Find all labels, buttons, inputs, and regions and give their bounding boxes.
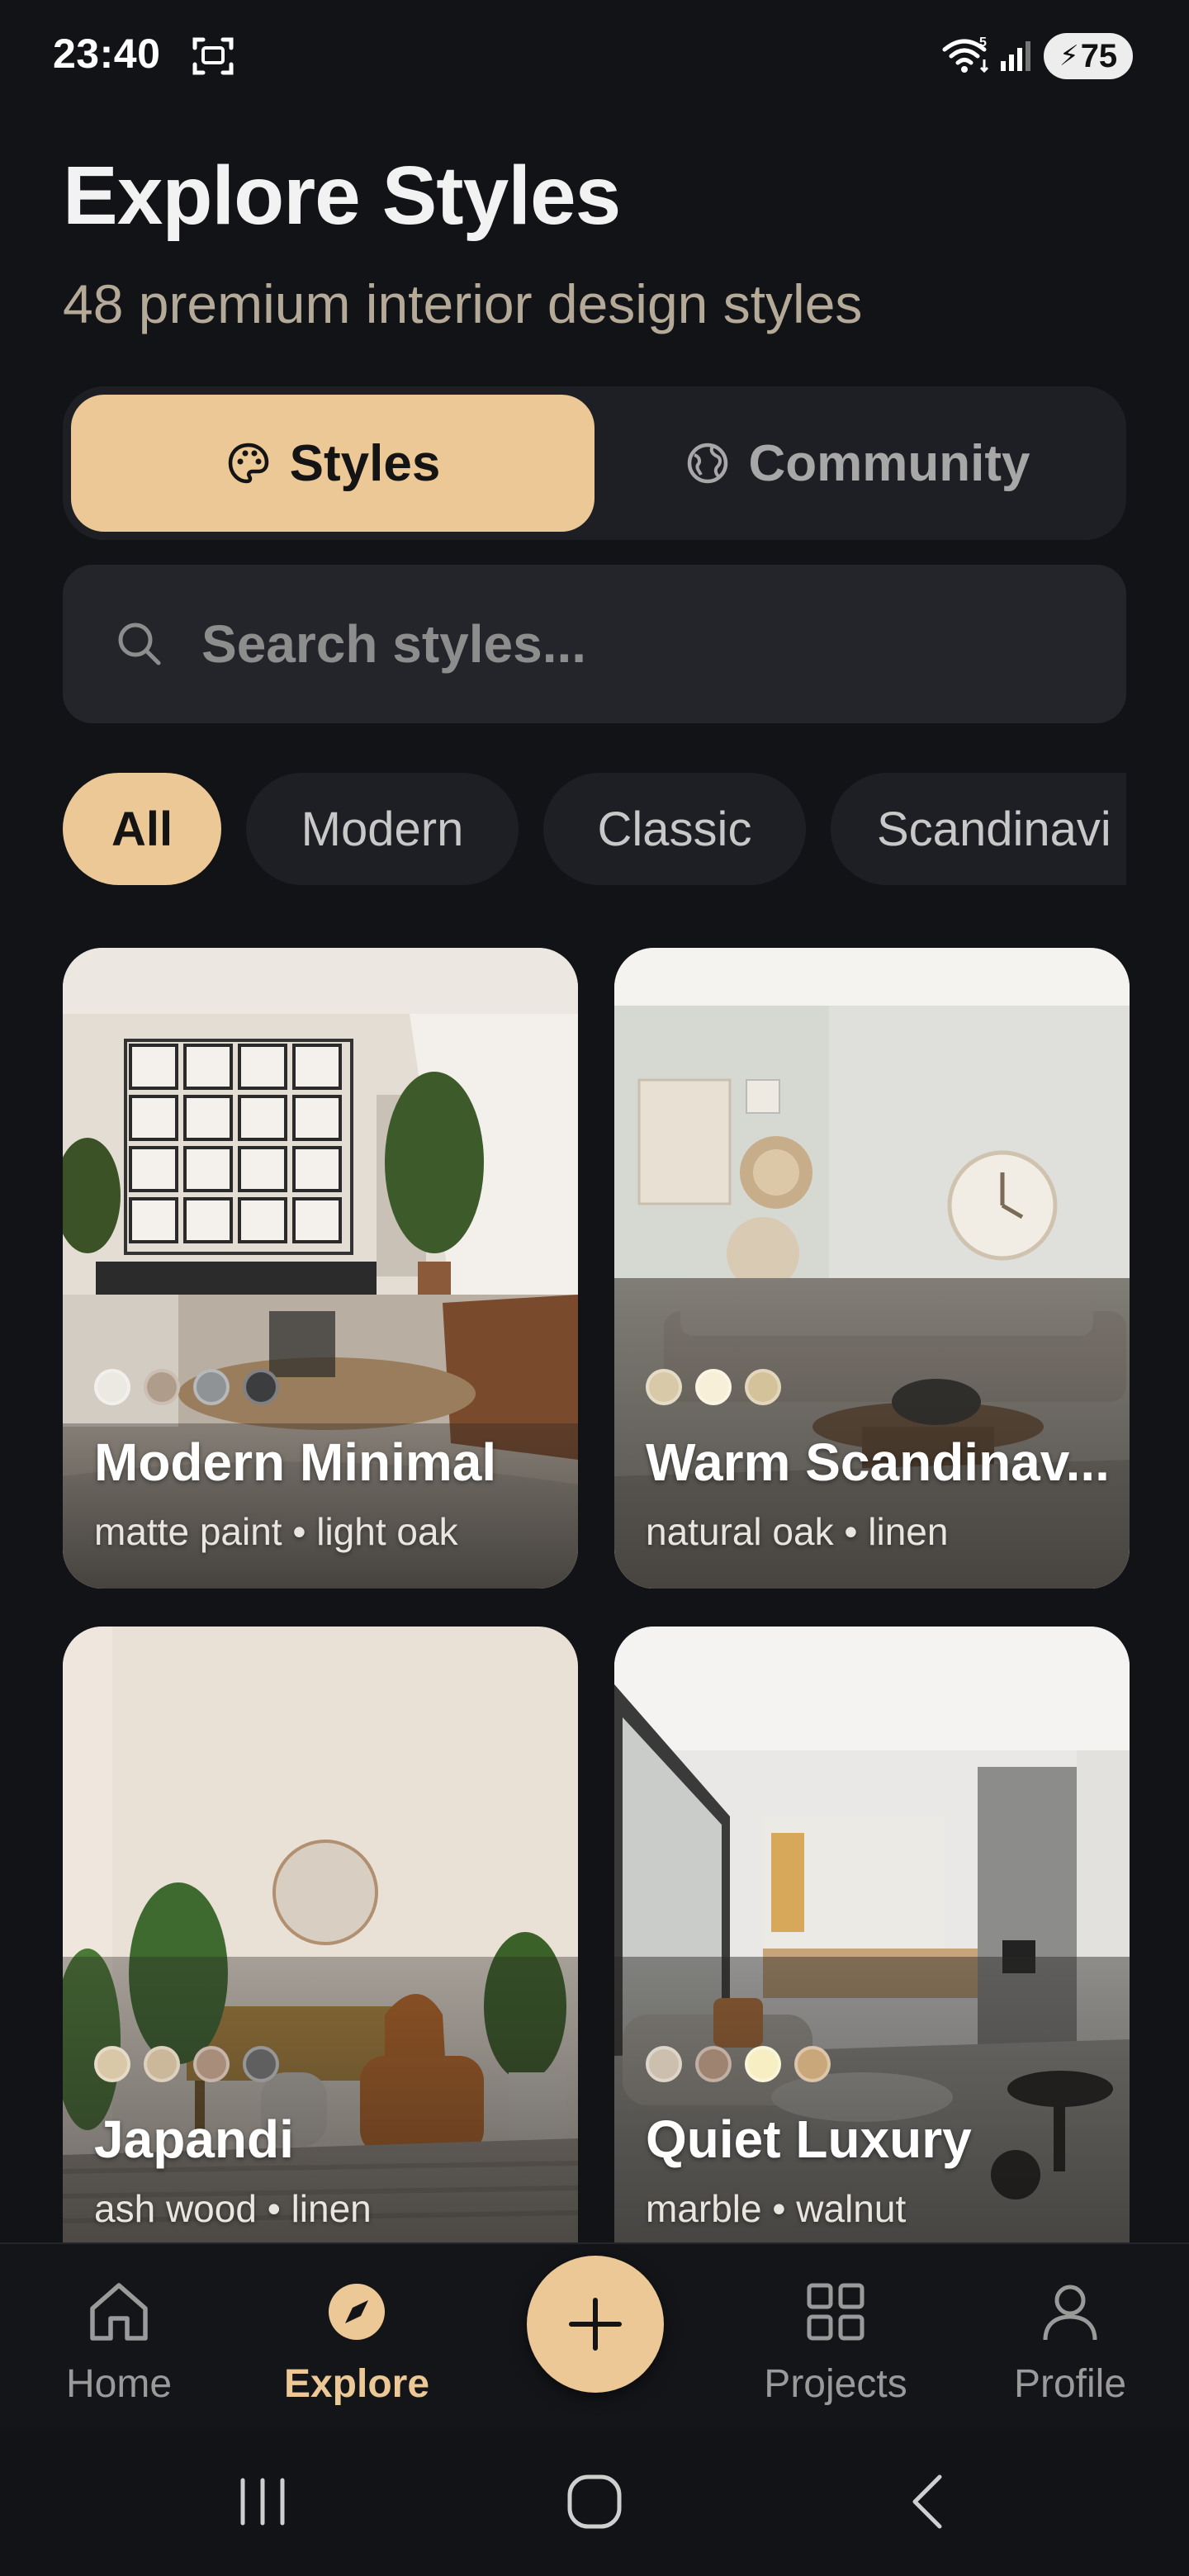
status-bar: 23:40 5 ⚡ 75 [0, 0, 1189, 107]
swatch [144, 1369, 180, 1405]
screenshot-icon [192, 37, 234, 75]
card-materials: marble • walnut [646, 2187, 907, 2230]
card-materials: ash wood • linen [94, 2187, 372, 2230]
page-subtitle: 48 premium interior design styles [63, 273, 863, 334]
nav-projects-label: Projects [764, 2362, 907, 2406]
system-nav-bar [0, 2427, 1189, 2576]
style-card[interactable]: Quiet Luxury marble • walnut [614, 1627, 1130, 2242]
chip-classic[interactable]: Classic [543, 773, 806, 885]
nav-home-label: Home [65, 2362, 173, 2406]
view-segmented-control: Styles Community [63, 386, 1126, 540]
nav-home[interactable]: Home [28, 2277, 210, 2407]
swatch [243, 1369, 279, 1405]
swatch [94, 2046, 130, 2082]
add-button[interactable] [527, 2256, 664, 2393]
swatch [144, 2046, 180, 2082]
material-swatches [94, 1369, 279, 1405]
swatch [243, 2046, 279, 2082]
swatch [646, 1369, 682, 1405]
globe-icon [687, 443, 727, 484]
swatch [794, 2046, 831, 2082]
material-swatches [646, 2046, 831, 2082]
status-time: 23:40 [53, 31, 161, 77]
swatch [695, 2046, 732, 2082]
chip-modern[interactable]: Modern [246, 773, 519, 885]
swatch [695, 1369, 732, 1405]
card-materials: matte paint • light oak [94, 1510, 458, 1553]
card-title: Quiet Luxury [646, 2110, 972, 2169]
tab-styles[interactable]: Styles [71, 395, 594, 532]
grid-icon [807, 2283, 865, 2341]
user-icon [1043, 2285, 1097, 2341]
style-card[interactable]: Warm Scandinav... natural oak • linen [614, 948, 1130, 1589]
compass-icon [329, 2284, 385, 2340]
card-title: Warm Scandinav... [646, 1432, 1110, 1492]
style-card[interactable]: Japandi ash wood • linen [63, 1627, 578, 2242]
page-title: Explore Styles [63, 149, 621, 242]
card-title: Modern Minimal [94, 1432, 497, 1492]
signal-icon [1001, 41, 1030, 71]
swatch [646, 2046, 682, 2082]
explore-screen: 23:40 5 ⚡ 75 Explore Styles 48 premium i… [0, 0, 1189, 2576]
search-icon [118, 623, 161, 665]
charging-icon: ⚡ [1059, 40, 1079, 72]
material-swatches [94, 2046, 279, 2082]
wifi-icon: 5 [942, 36, 989, 73]
swatch [193, 2046, 230, 2082]
recent-apps-icon[interactable] [230, 2469, 296, 2535]
nav-explore[interactable]: Explore [266, 2277, 448, 2407]
swatch [193, 1369, 230, 1405]
tab-community-label: Community [748, 434, 1030, 492]
plus-icon [569, 2298, 622, 2351]
home-system-icon[interactable] [561, 2469, 628, 2535]
material-swatches [646, 1369, 781, 1405]
swatch [745, 2046, 781, 2082]
battery-level: 75 [1080, 37, 1118, 74]
swatch [745, 1369, 781, 1405]
nav-projects[interactable]: Projects [745, 2277, 926, 2407]
svg-text:5: 5 [979, 36, 987, 50]
card-title: Japandi [94, 2110, 294, 2169]
chip-scandinavian[interactable]: Scandinavi [831, 773, 1126, 885]
card-materials: natural oak • linen [646, 1510, 949, 1553]
back-icon[interactable] [895, 2469, 961, 2535]
search-input[interactable] [201, 613, 1027, 675]
swatch [94, 1369, 130, 1405]
tab-styles-label: Styles [289, 434, 441, 492]
nav-explore-label: Explore [283, 2362, 430, 2406]
nav-profile[interactable]: Profile [979, 2277, 1161, 2407]
search-bar [63, 565, 1126, 723]
chip-all[interactable]: All [63, 773, 221, 885]
nav-profile-label: Profile [1013, 2362, 1127, 2406]
battery-indicator: ⚡ 75 [1044, 33, 1133, 79]
palette-icon [228, 443, 268, 484]
home-icon [90, 2283, 148, 2341]
filter-chips: All Modern Classic Scandinavi [63, 773, 1126, 885]
tab-community[interactable]: Community [596, 395, 1118, 532]
style-card[interactable]: Modern Minimal matte paint • light oak [63, 948, 578, 1589]
